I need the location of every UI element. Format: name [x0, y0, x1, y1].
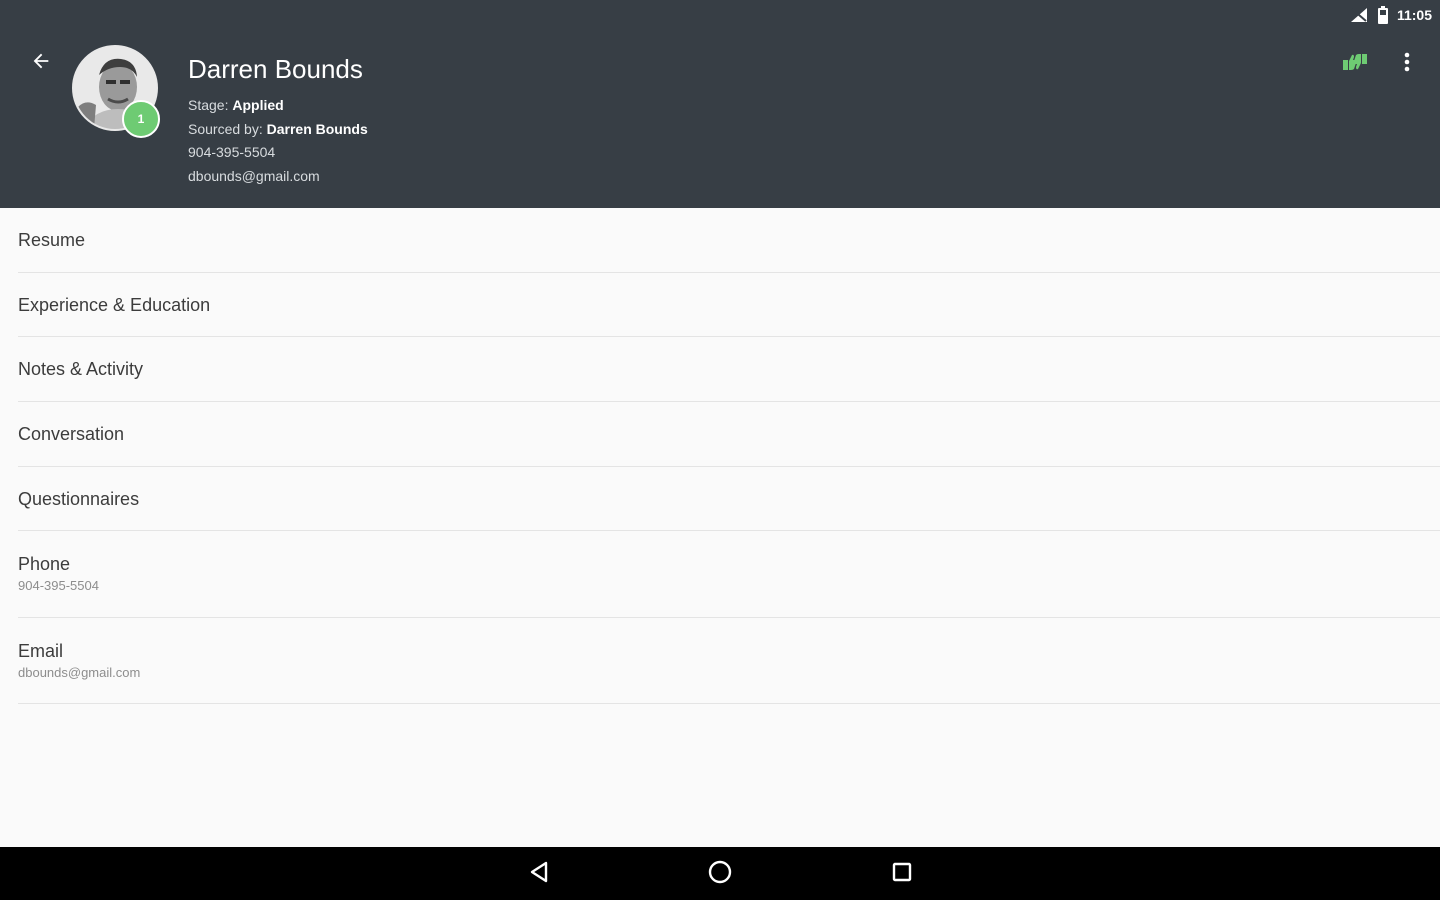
list-item-experience-education[interactable]: Experience & Education: [18, 273, 1440, 338]
candidate-profile-screen: 11:05 1 Darren Bounds Stage: Applied Sou…: [0, 0, 1440, 900]
status-time: 11:05: [1396, 7, 1432, 23]
list-item-conversation[interactable]: Conversation: [18, 402, 1440, 467]
stage-value: Applied: [232, 97, 284, 113]
sourced-line: Sourced by: Darren Bounds: [188, 118, 368, 142]
thumbs-button[interactable]: [1340, 50, 1370, 78]
list-item-phone[interactable]: Phone 904-395-5504: [18, 531, 1440, 618]
candidate-name: Darren Bounds: [188, 54, 363, 84]
avatar-badge: 1: [122, 100, 160, 138]
list-item-email[interactable]: Email dbounds@gmail.com: [18, 618, 1440, 705]
list-item-label: Email: [18, 640, 64, 661]
list-item-notes-activity[interactable]: Notes & Activity: [18, 337, 1440, 403]
stage-line: Stage: Applied: [188, 94, 368, 118]
back-button[interactable]: [24, 46, 58, 80]
profile-info: Darren Bounds Stage: Applied Sourced by:…: [188, 54, 368, 188]
sourced-value: Darren Bounds: [266, 120, 368, 137]
recents-square-icon: [891, 861, 913, 888]
nav-recents-button[interactable]: [884, 857, 920, 891]
back-triangle-icon: [528, 860, 550, 889]
profile-sections-list: Resume Experience & Education Notes & Ac…: [0, 208, 1440, 705]
header-email[interactable]: dbounds@gmail.com: [188, 165, 368, 189]
battery-icon: [1377, 6, 1389, 24]
nav-back-button[interactable]: [521, 857, 557, 891]
list-item-email-value: dbounds@gmail.com: [18, 664, 141, 680]
status-bar: 11:05: [1349, 4, 1432, 26]
profile-header: 11:05 1 Darren Bounds Stage: Applied Sou…: [0, 0, 1440, 208]
sourced-label: Sourced by:: [188, 120, 263, 137]
header-phone[interactable]: 904-395-5504: [188, 141, 368, 165]
arrow-back-icon: [30, 50, 52, 77]
list-item-label: Experience & Education: [18, 294, 211, 315]
list-item-phone-value: 904-395-5504: [18, 578, 99, 594]
list-item-questionnaires[interactable]: Questionnaires: [18, 467, 1440, 532]
list-item-resume[interactable]: Resume: [18, 208, 1440, 273]
list-item-label: Conversation: [18, 423, 125, 444]
list-item-label: Questionnaires: [18, 488, 140, 509]
home-circle-icon: [707, 859, 733, 890]
stage-label: Stage:: [188, 97, 229, 113]
header-actions: [1340, 50, 1422, 78]
more-options-button[interactable]: [1392, 50, 1422, 78]
nav-home-button[interactable]: [702, 857, 738, 891]
list-item-label: Notes & Activity: [18, 359, 144, 380]
list-item-label: Phone: [18, 554, 71, 575]
system-navigation-bar: [0, 847, 1440, 900]
thumbs-icon: [1342, 53, 1368, 76]
signal-icon: [1349, 7, 1369, 23]
list-item-label: Resume: [18, 229, 86, 250]
more-vert-icon: [1404, 52, 1410, 77]
